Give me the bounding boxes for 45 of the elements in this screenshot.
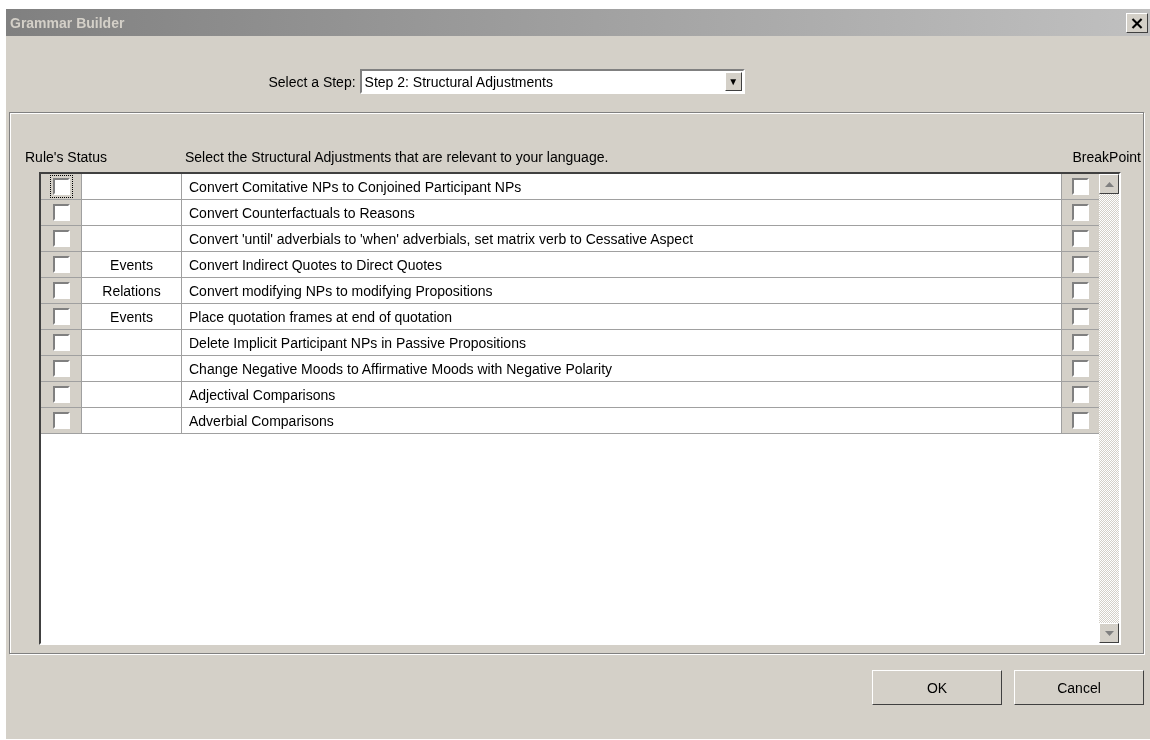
- checkbox[interactable]: [52, 308, 70, 325]
- breakpoint-checkbox[interactable]: [1072, 204, 1089, 221]
- checkbox[interactable]: [52, 360, 70, 377]
- column-header: BreakPoint: [1072, 149, 1141, 165]
- breakpoint-checkbox[interactable]: [1072, 230, 1089, 247]
- status-text: Events: [110, 256, 153, 273]
- checkbox[interactable]: [52, 386, 70, 403]
- status-text: Relations: [102, 282, 161, 299]
- column-header: Rule's Status: [25, 149, 109, 165]
- breakpoint-checkbox[interactable]: [1072, 360, 1089, 377]
- checkbox[interactable]: [52, 282, 70, 299]
- cancel-button[interactable]: Cancel: [1014, 670, 1144, 705]
- vertical-scrollbar[interactable]: [1099, 174, 1119, 643]
- rule-name[interactable]: Convert Comitative NPs to Conjoined Participant NPs: [189, 178, 522, 195]
- step-dropdown[interactable]: Step 2: Structural Adjustments ▼: [359, 69, 745, 94]
- scroll-down-icon[interactable]: [1099, 623, 1119, 643]
- column-header: Select the Structural Adjustments that are relevant to your language.: [185, 149, 610, 165]
- window-title: Grammar Builder: [10, 14, 125, 31]
- breakpoint-checkbox[interactable]: [1072, 178, 1089, 195]
- rule-name[interactable]: Convert Indirect Quotes to Direct Quotes: [189, 256, 442, 273]
- rule-name[interactable]: Convert modifying NPs to modifying Propositions: [189, 282, 493, 299]
- scroll-up-icon[interactable]: [1099, 174, 1119, 194]
- rule-name[interactable]: Delete Implicit Participant NPs in Passive Propositions: [189, 334, 526, 351]
- ok-button[interactable]: OK: [872, 670, 1002, 705]
- breakpoint-checkbox[interactable]: [1072, 412, 1089, 429]
- status-text: Events: [110, 308, 153, 325]
- breakpoint-checkbox[interactable]: [1072, 386, 1089, 403]
- breakpoint-checkbox[interactable]: [1072, 282, 1089, 299]
- rule-name[interactable]: Adverbial Comparisons: [189, 412, 334, 429]
- dropdown-arrow-button[interactable]: ▼: [724, 72, 742, 91]
- rule-name[interactable]: Convert 'until' adverbials to 'when' adverbials, set matrix verb to Cessative Aspect: [189, 230, 694, 247]
- checkbox[interactable]: [52, 334, 70, 351]
- checkbox[interactable]: [52, 412, 70, 429]
- checkbox[interactable]: [52, 204, 70, 221]
- rule-name[interactable]: Place quotation frames at end of quotation: [189, 308, 453, 325]
- breakpoint-checkbox[interactable]: [1072, 334, 1089, 351]
- breakpoint-checkbox[interactable]: [1072, 256, 1089, 273]
- close-button[interactable]: ×: [1126, 12, 1148, 33]
- breakpoint-checkbox[interactable]: [1072, 308, 1089, 325]
- rule-name[interactable]: Adjectival Comparisons: [189, 386, 336, 403]
- rule-name[interactable]: Change Negative Moods to Affirmative Moods with Negative Polarity: [189, 360, 613, 377]
- checkbox[interactable]: [52, 230, 70, 247]
- step-label: Select a Step:: [268, 73, 356, 90]
- rule-name[interactable]: Convert Counterfactuals to Reasons: [189, 204, 415, 221]
- checkbox[interactable]: [52, 256, 70, 273]
